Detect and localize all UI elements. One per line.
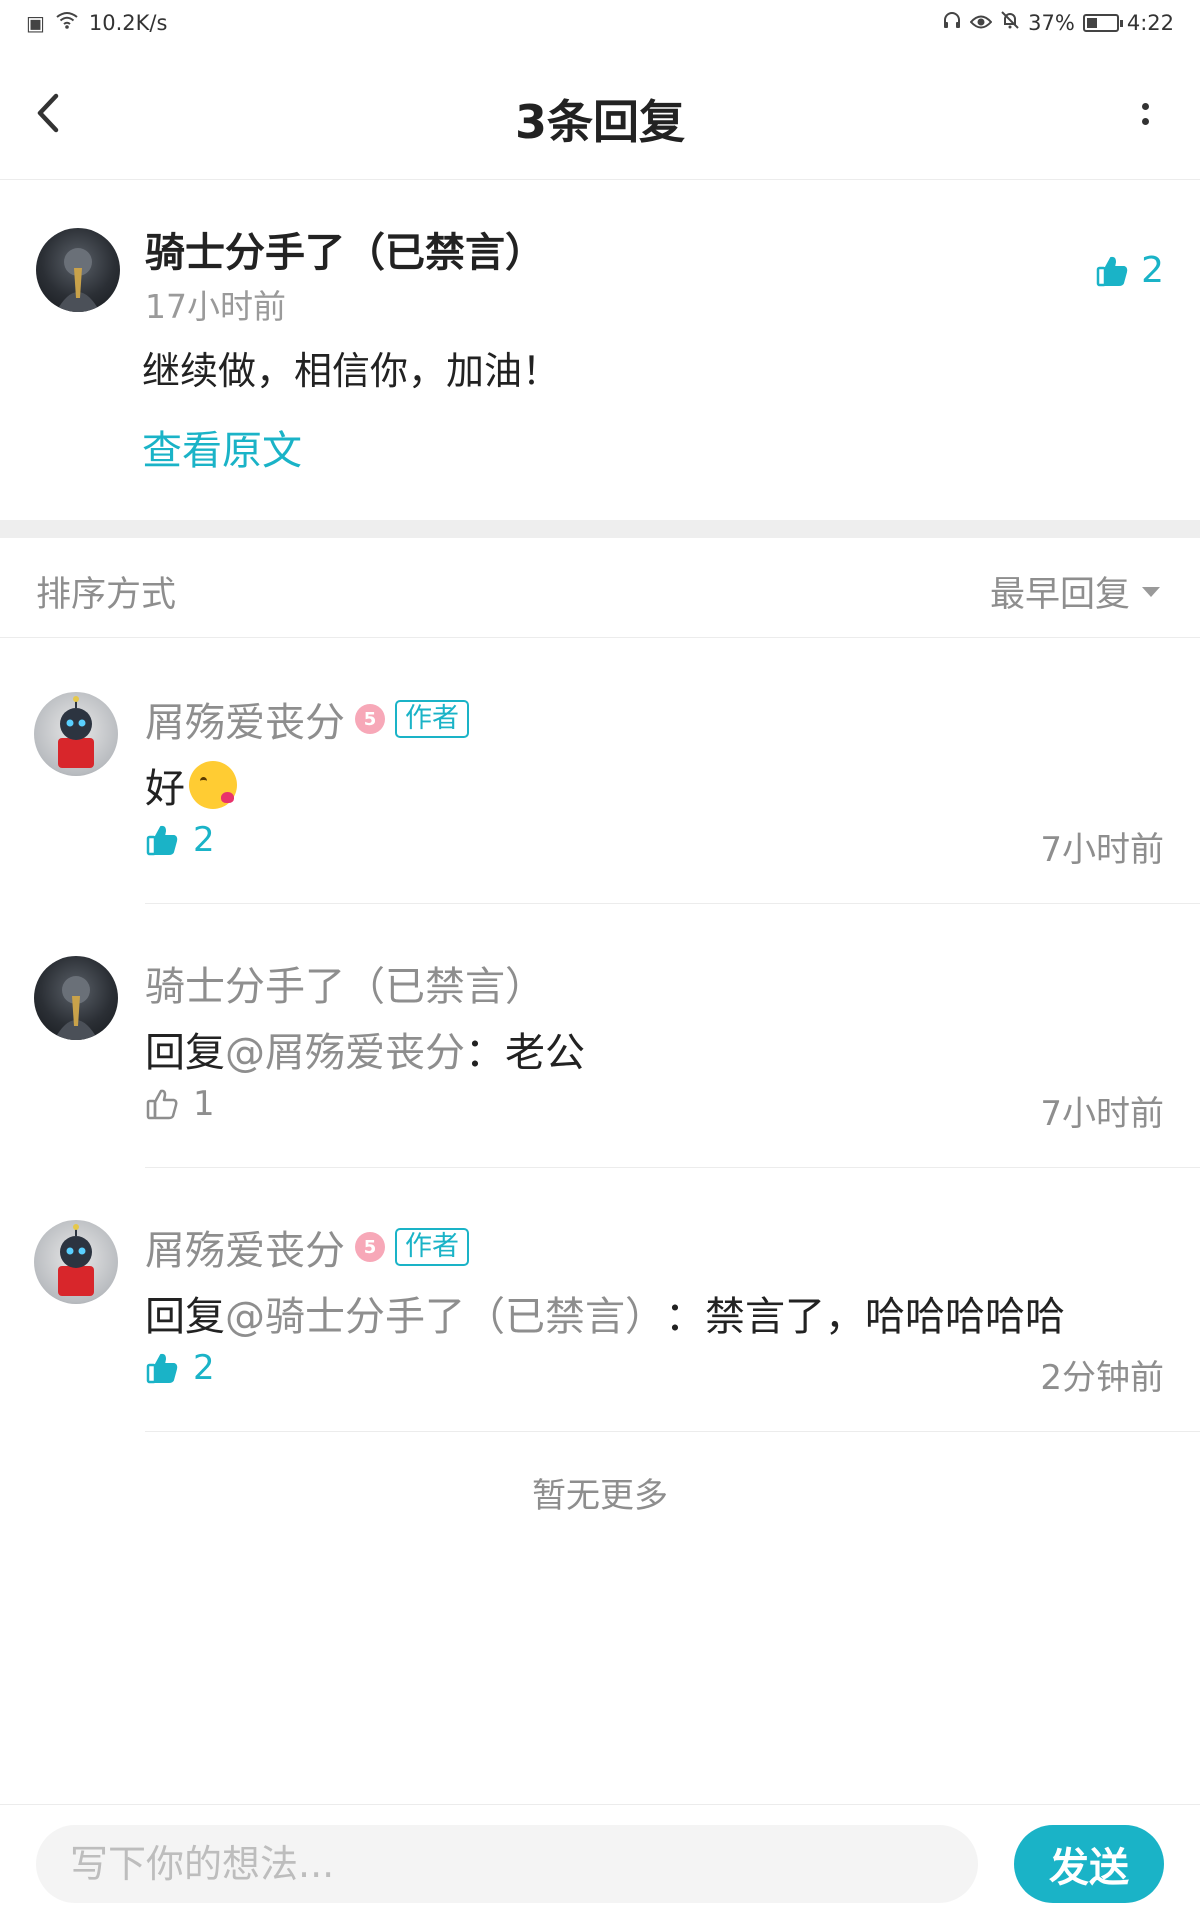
reply-item: 骑士分手了（已禁言） 回复 @屑殇爱丧分 ：老公 1 7小时前 (0, 904, 1200, 1168)
kiss-emoji-icon (189, 761, 237, 809)
mention-link[interactable]: @屑殇爱丧分 (225, 1020, 465, 1078)
sort-bar: 排序方式 最早回复 (0, 538, 1200, 638)
level-badge: 5 (355, 1232, 385, 1262)
status-left: ▣ 10.2K/s (26, 10, 167, 35)
send-button[interactable]: 发送 (1014, 1825, 1164, 1903)
reply-body: 好 (145, 766, 185, 812)
composer-bar: 发送 (0, 1804, 1200, 1920)
reply-author-row: 屑殇爱丧分 5 作者 (145, 1218, 469, 1276)
like-count: 1 (193, 1084, 215, 1124)
battery-icon (1082, 13, 1123, 32)
sort-selected: 最早回复 (989, 575, 1130, 615)
avatar[interactable] (34, 956, 118, 1040)
reply-time: 7小时前 (1040, 1094, 1164, 1134)
end-of-list-note: 暂无更多 (532, 1476, 668, 1516)
comment-time: 17小时前 (145, 287, 286, 326)
main-comment: 骑士分手了（已禁言） 17小时前 继续做，相信你，加油！ 查看原文 2 (0, 180, 1200, 520)
reply-text: 好 (145, 756, 237, 814)
reply-text: 回复 @屑殇爱丧分 ：老公 (145, 1020, 585, 1078)
network-speed: 10.2K/s (88, 10, 168, 35)
mention-link[interactable]: @骑士分手了（已禁言） (225, 1284, 665, 1342)
status-right: 37% 4:22 (942, 10, 1174, 35)
thumbs-up-icon (146, 825, 178, 856)
sort-dropdown[interactable]: 最早回复 (990, 566, 1160, 617)
avatar[interactable] (34, 692, 118, 776)
reply-item: 屑殇爱丧分 5 作者 回复 @骑士分手了（已禁言） ：禁言了，哈哈哈哈哈 2 2… (0, 1168, 1200, 1432)
reply-time: 2分钟前 (1040, 1358, 1164, 1398)
author-tag: 作者 (395, 1228, 469, 1266)
view-original-link[interactable]: 查看原文 (142, 418, 302, 476)
more-dot-icon (1141, 118, 1149, 125)
like-count: 2 (193, 1348, 215, 1388)
like-button[interactable]: 1 (145, 1084, 215, 1124)
like-count: 2 (193, 820, 215, 860)
reply-author[interactable]: 骑士分手了（已禁言） (145, 954, 545, 1012)
battery-fill (1086, 17, 1098, 28)
reply-prefix: 回复 (145, 1294, 225, 1340)
battery-percent: 37% (1028, 10, 1075, 35)
headphone-icon (942, 10, 962, 35)
reply-author[interactable]: 屑殇爱丧分 (145, 690, 345, 748)
comment-text: 继续做，相信你，加油！ (142, 349, 561, 393)
like-button[interactable]: 2 (1095, 250, 1164, 291)
like-button[interactable]: 2 (145, 1348, 215, 1388)
like-button[interactable]: 2 (145, 820, 215, 860)
eye-icon (969, 11, 993, 35)
comment-input[interactable] (36, 1825, 978, 1903)
reply-body: ：老公 (465, 1030, 585, 1076)
thumbs-up-icon (1096, 256, 1128, 286)
like-count: 2 (1141, 250, 1164, 291)
section-divider (0, 520, 1200, 538)
comment-author[interactable]: 骑士分手了（已禁言） (145, 220, 545, 278)
caret-down-icon (1142, 586, 1160, 597)
avatar[interactable] (36, 228, 120, 312)
reply-author-row: 屑殇爱丧分 5 作者 (145, 690, 469, 748)
clock: 4:22 (1126, 10, 1174, 35)
thumbs-up-icon (146, 1353, 178, 1384)
thumbs-up-outline-icon (146, 1089, 178, 1120)
avatar[interactable] (34, 1220, 118, 1304)
header: 3条回复 (0, 50, 1200, 180)
reply-prefix: 回复 (145, 1030, 225, 1076)
level-badge: 5 (355, 704, 385, 734)
divider (145, 1431, 1200, 1432)
reply-time: 7小时前 (1040, 830, 1164, 870)
wifi-icon (55, 10, 79, 35)
author-tag: 作者 (395, 700, 469, 738)
reply-text: 回复 @骑士分手了（已禁言） ：禁言了，哈哈哈哈哈 (145, 1284, 1065, 1342)
reply-author-row: 骑士分手了（已禁言） (145, 954, 545, 1012)
reply-item: 屑殇爱丧分 5 作者 好 2 7小时前 (0, 640, 1200, 904)
more-options-button[interactable] (1130, 90, 1160, 138)
reply-author[interactable]: 屑殇爱丧分 (145, 1218, 345, 1276)
sort-label: 排序方式 (36, 575, 177, 615)
page-title: 3条回复 (514, 95, 685, 149)
reply-body: ：禁言了，哈哈哈哈哈 (665, 1294, 1065, 1340)
mute-bell-icon (1000, 10, 1020, 35)
status-bar: ▣ 10.2K/s 37% 4:22 (0, 0, 1200, 50)
more-dot-icon (1141, 103, 1149, 110)
alert-icon: ▣ (26, 10, 45, 35)
